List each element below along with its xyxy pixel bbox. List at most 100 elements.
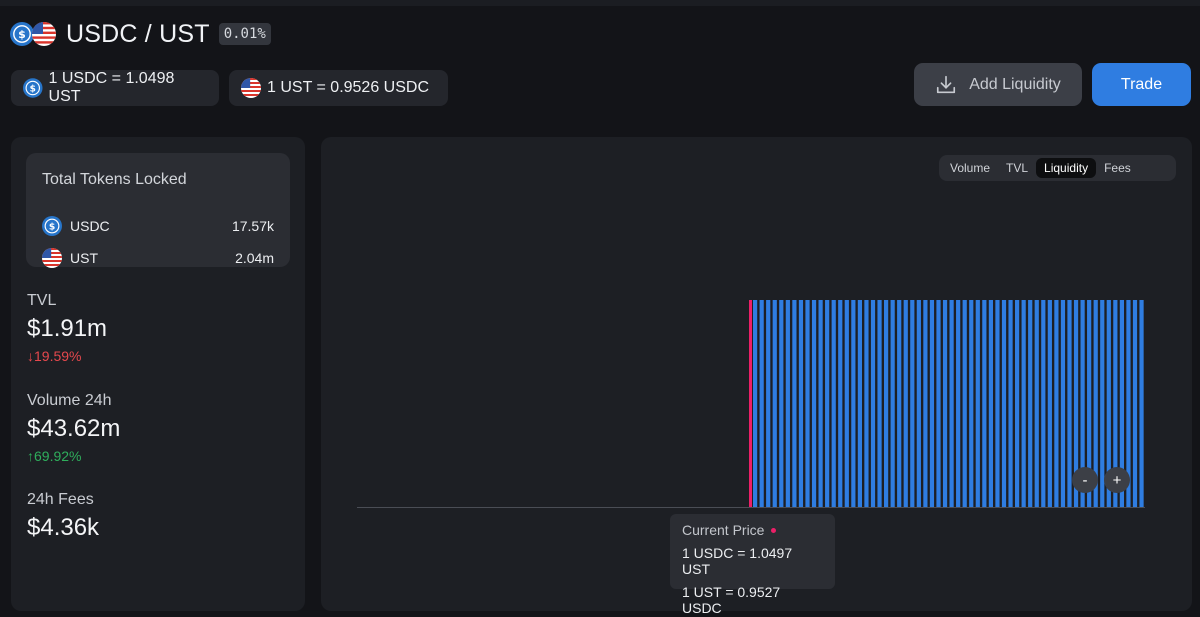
volume-24h-change: ↑69.92% — [27, 448, 82, 464]
liquidity-bar — [772, 300, 777, 507]
liquidity-bar — [1034, 300, 1039, 507]
svg-text:$: $ — [30, 84, 36, 94]
liquidity-bar — [916, 300, 921, 507]
liquidity-bar — [1008, 300, 1013, 507]
current-price-line-2: 1 UST = 0.9527 USDC — [682, 584, 781, 616]
token-amount: 2.04m — [235, 250, 274, 266]
trade-button[interactable]: Trade — [1092, 63, 1191, 106]
liquidity-bar — [988, 300, 993, 507]
liquidity-bar — [982, 300, 987, 507]
current-price-tooltip: Current Price 1 USDC = 1.0497 UST 1 UST … — [670, 514, 835, 616]
fees-24h-value: $4.36k — [27, 514, 100, 541]
fees-24h-label: 24h Fees — [27, 491, 94, 508]
liquidity-bar — [903, 300, 908, 507]
current-price-line-1: 1 USDC = 1.0497 UST — [682, 545, 793, 577]
liquidity-bar — [962, 300, 967, 507]
liquidity-bar — [825, 300, 830, 507]
liquidity-bar — [1060, 300, 1066, 507]
liquidity-bar — [1041, 300, 1046, 507]
rate-text: 1 USDC = 1.0498 UST — [48, 70, 175, 105]
tvl-change: ↓19.59% — [27, 348, 82, 364]
liquidity-bar — [851, 300, 856, 507]
liquidity-bar — [1021, 300, 1026, 507]
liquidity-bar — [975, 300, 980, 507]
total-tokens-locked-card: Total Tokens Locked $ USDC 17.57k UST 2.… — [26, 153, 290, 269]
liquidity-bar — [798, 300, 804, 507]
liquidity-bar — [831, 300, 836, 507]
ust-coin-icon — [32, 22, 56, 46]
liquidity-bar — [929, 300, 935, 507]
arrow-up-icon: ↑ — [27, 448, 34, 464]
token-symbol: USDC — [70, 218, 110, 234]
liquidity-bar — [1132, 300, 1138, 507]
liquidity-bar — [910, 300, 915, 507]
current-price-title: Current Price — [682, 522, 823, 538]
liquidity-bar — [1001, 300, 1007, 507]
pair-header: $ USDC / UST 0.01% — [10, 18, 271, 50]
liquidity-bar — [956, 300, 961, 507]
current-price-marker — [749, 300, 752, 507]
liquidity-bar — [969, 300, 974, 507]
token-symbol: UST — [70, 250, 98, 266]
liquidity-bar — [890, 300, 895, 507]
svg-text:$: $ — [49, 222, 55, 233]
liquidity-bar — [1028, 300, 1033, 507]
rate-usdc-to-ust: $ 1 USDC = 1.0498 UST — [11, 70, 219, 106]
token-row-usdc: $ USDC 17.57k — [42, 215, 274, 237]
ust-coin-icon — [241, 78, 261, 98]
liquidity-bar — [766, 300, 771, 507]
token-row-ust: UST 2.04m — [42, 247, 274, 269]
liquidity-bar — [792, 300, 797, 507]
trade-label: Trade — [1120, 75, 1163, 93]
usdc-coin-icon: $ — [23, 78, 43, 98]
liquidity-bar — [1047, 300, 1052, 507]
add-liquidity-button[interactable]: Add Liquidity — [914, 63, 1082, 106]
tvl-label: TVL — [27, 292, 57, 309]
svg-text:$: $ — [18, 28, 26, 41]
volume-24h-label: Volume 24h — [27, 392, 112, 409]
ust-coin-icon — [42, 248, 62, 268]
liquidity-bar — [818, 300, 823, 507]
liquidity-bar — [1054, 300, 1059, 507]
liquidity-bar — [884, 300, 889, 507]
chart-panel: Volume TVL Liquidity Fees - + Current Pr… — [321, 137, 1192, 616]
zoom-out-button[interactable]: - — [1072, 467, 1098, 493]
rate-text: 1 UST = 0.9526 USDC — [267, 79, 430, 96]
liquidity-bar — [753, 300, 758, 507]
liquidity-bar — [785, 300, 790, 507]
page-title: USDC / UST — [66, 19, 210, 48]
liquidity-bar — [942, 300, 948, 507]
rate-ust-to-usdc: 1 UST = 0.9526 USDC — [229, 70, 448, 106]
zoom-in-button[interactable]: + — [1104, 467, 1130, 493]
fee-tier-badge: 0.01% — [218, 23, 271, 45]
liquidity-bar — [864, 300, 869, 507]
liquidity-bar — [949, 300, 954, 507]
liquidity-bar — [838, 300, 843, 507]
liquidity-bar — [759, 300, 764, 507]
usdc-coin-icon: $ — [42, 216, 62, 236]
liquidity-bar — [995, 300, 1000, 507]
liquidity-bar — [1067, 300, 1072, 507]
liquidity-bar — [897, 300, 902, 507]
arrow-down-icon: ↓ — [27, 348, 34, 364]
liquidity-bar — [936, 300, 941, 507]
liquidity-bar — [870, 300, 876, 507]
tvl-value: $1.91m — [27, 315, 108, 342]
liquidity-bar — [811, 300, 817, 507]
pool-stats-panel: Total Tokens Locked $ USDC 17.57k UST 2.… — [11, 137, 305, 611]
liquidity-bar — [857, 300, 862, 507]
liquidity-bar — [779, 300, 784, 507]
liquidity-bar — [844, 300, 849, 507]
liquidity-bar — [1015, 300, 1020, 507]
current-price-dot-icon — [771, 527, 777, 533]
top-strip — [0, 0, 1200, 6]
pair-icons: $ — [10, 22, 60, 46]
volume-24h-value: $43.62m — [27, 415, 121, 442]
liquidity-bar — [877, 300, 882, 507]
liquidity-bar — [805, 300, 810, 507]
total-tokens-locked-title: Total Tokens Locked — [42, 171, 187, 188]
token-amount: 17.57k — [231, 218, 274, 234]
liquidity-bar — [923, 300, 928, 507]
add-liquidity-label: Add Liquidity — [969, 75, 1061, 93]
liquidity-bar — [1139, 300, 1144, 507]
